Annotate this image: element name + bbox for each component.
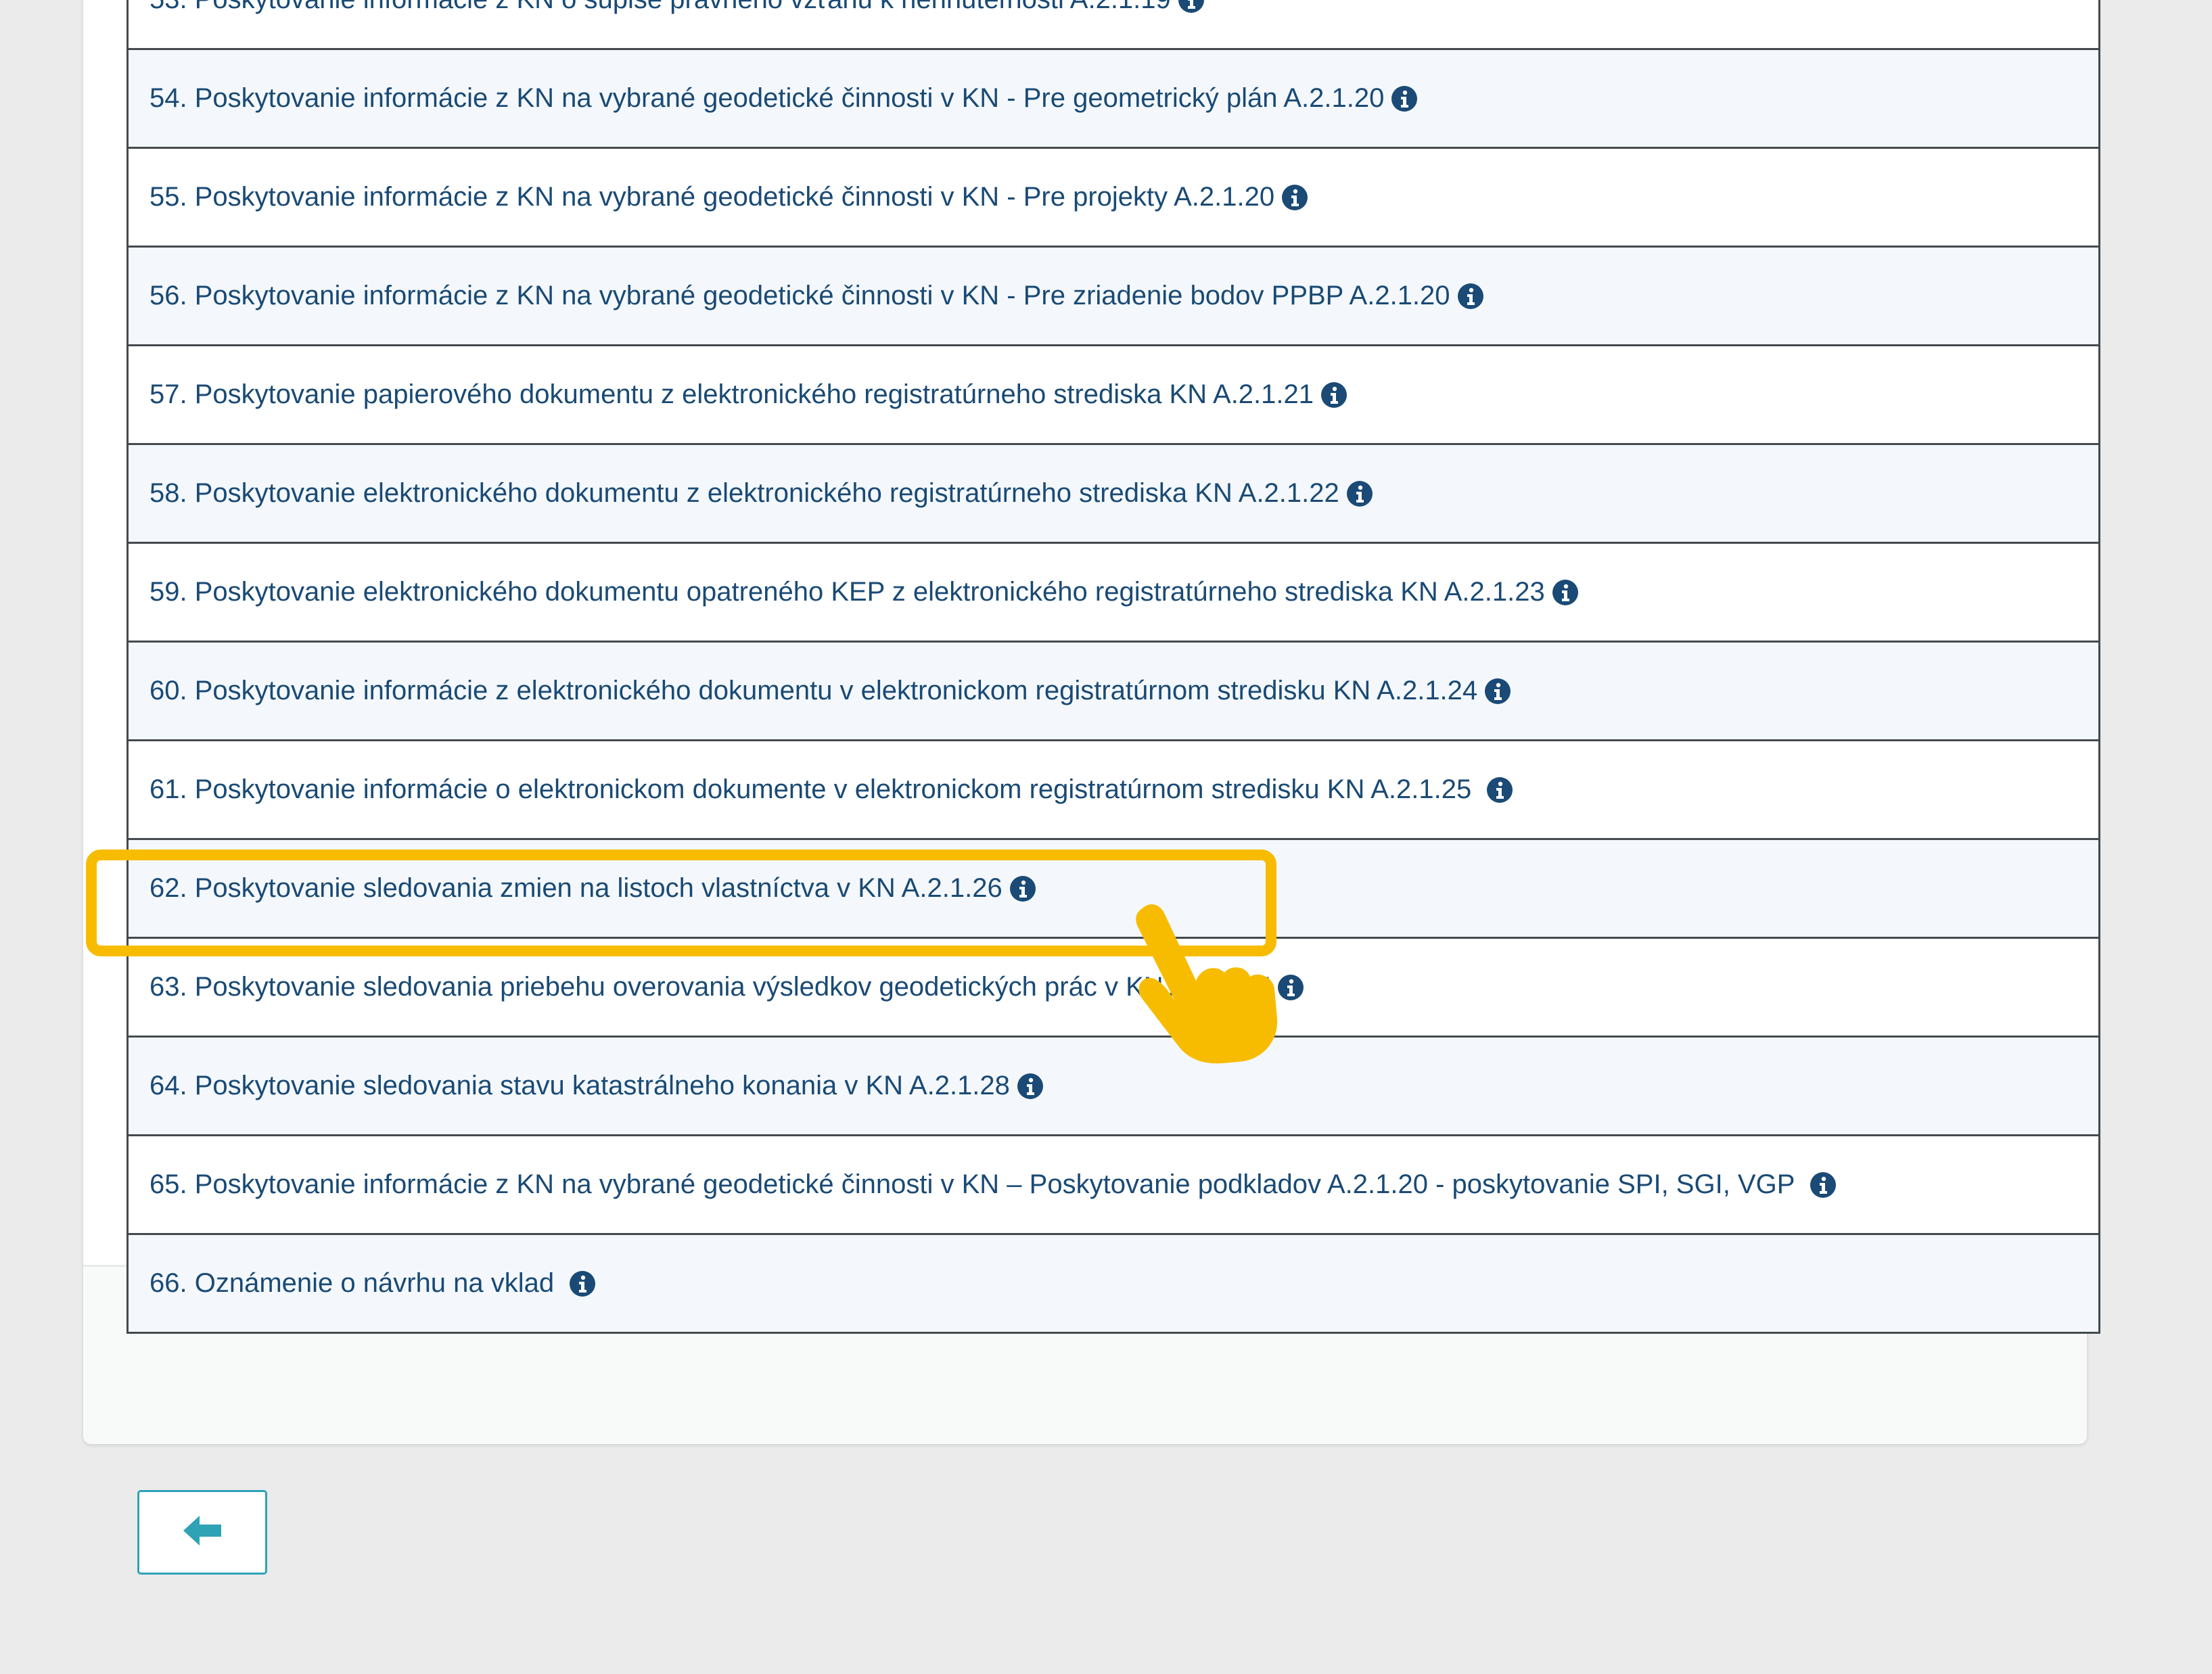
service-item-label: 56. Poskytovanie informácie z KN na vybr… [149, 281, 1450, 310]
info-icon[interactable] [1457, 283, 1484, 310]
service-item-66[interactable]: 66. Oznámenie o návrhu na vklad [129, 1233, 2098, 1332]
info-icon[interactable] [1484, 678, 1511, 705]
service-item-label: 65. Poskytovanie informácie z KN na vybr… [149, 1169, 1795, 1199]
arrow-left-icon [179, 1512, 225, 1552]
info-icon[interactable] [1178, 0, 1205, 14]
info-icon[interactable] [1486, 776, 1513, 804]
service-item-label: 58. Poskytovanie elektronického dokument… [149, 478, 1339, 508]
service-item-label: 59. Poskytovanie elektronického dokument… [149, 577, 1545, 607]
service-item-60[interactable]: 60. Poskytovanie informácie z elektronic… [129, 641, 2098, 739]
back-button[interactable] [137, 1490, 267, 1575]
service-item-62[interactable]: 62. Poskytovanie sledovania zmien na lis… [129, 838, 2098, 937]
service-item-64[interactable]: 64. Poskytovanie sledovania stavu katast… [129, 1036, 2098, 1134]
info-icon[interactable] [1281, 184, 1308, 211]
service-item-54[interactable]: 54. Poskytovanie informácie z KN na vybr… [129, 48, 2098, 147]
service-item-label: 62. Poskytovanie sledovania zmien na lis… [149, 873, 1003, 903]
info-icon[interactable] [1017, 1073, 1044, 1100]
info-icon[interactable] [1346, 480, 1373, 507]
service-item-label: 63. Poskytovanie sledovania priebehu ove… [149, 972, 1270, 1002]
info-icon[interactable] [1277, 974, 1304, 1001]
service-item-55[interactable]: 55. Poskytovanie informácie z KN na vybr… [129, 147, 2098, 246]
service-item-53[interactable]: 53. Poskytovanie informácie z KN o súpis… [129, 0, 2098, 48]
service-item-63[interactable]: 63. Poskytovanie sledovania priebehu ove… [129, 937, 2098, 1036]
service-item-label: 53. Poskytovanie informácie z KN o súpis… [149, 0, 1171, 15]
service-item-61[interactable]: 61. Poskytovanie informácie o elektronic… [129, 739, 2098, 838]
info-icon[interactable] [1552, 579, 1579, 606]
info-icon[interactable] [1810, 1171, 1837, 1199]
service-item-57[interactable]: 57. Poskytovanie papierového dokumentu z… [129, 344, 2098, 443]
service-item-label: 64. Poskytovanie sledovania stavu katast… [149, 1071, 1010, 1100]
info-icon[interactable] [1009, 875, 1036, 902]
info-icon[interactable] [1391, 85, 1418, 112]
service-item-label: 60. Poskytovanie informácie z elektronic… [149, 676, 1478, 705]
service-item-label: 57. Poskytovanie papierového dokumentu z… [149, 379, 1314, 409]
info-icon[interactable] [1320, 381, 1347, 409]
info-icon[interactable] [569, 1270, 596, 1297]
service-item-56[interactable]: 56. Poskytovanie informácie z KN na vybr… [129, 246, 2098, 344]
service-item-label: 54. Poskytovanie informácie z KN na vybr… [149, 83, 1385, 113]
service-item-65[interactable]: 65. Poskytovanie informácie z KN na vybr… [129, 1134, 2098, 1233]
service-item-58[interactable]: 58. Poskytovanie elektronického dokument… [129, 443, 2098, 542]
service-item-label: 66. Oznámenie o návrhu na vklad [149, 1268, 555, 1298]
service-item-label: 61. Poskytovanie informácie o elektronic… [149, 774, 1472, 804]
service-item-label: 55. Poskytovanie informácie z KN na vybr… [149, 182, 1275, 212]
service-list: 53. Poskytovanie informácie z KN o súpis… [126, 0, 2100, 1334]
service-item-59[interactable]: 59. Poskytovanie elektronického dokument… [129, 542, 2098, 641]
